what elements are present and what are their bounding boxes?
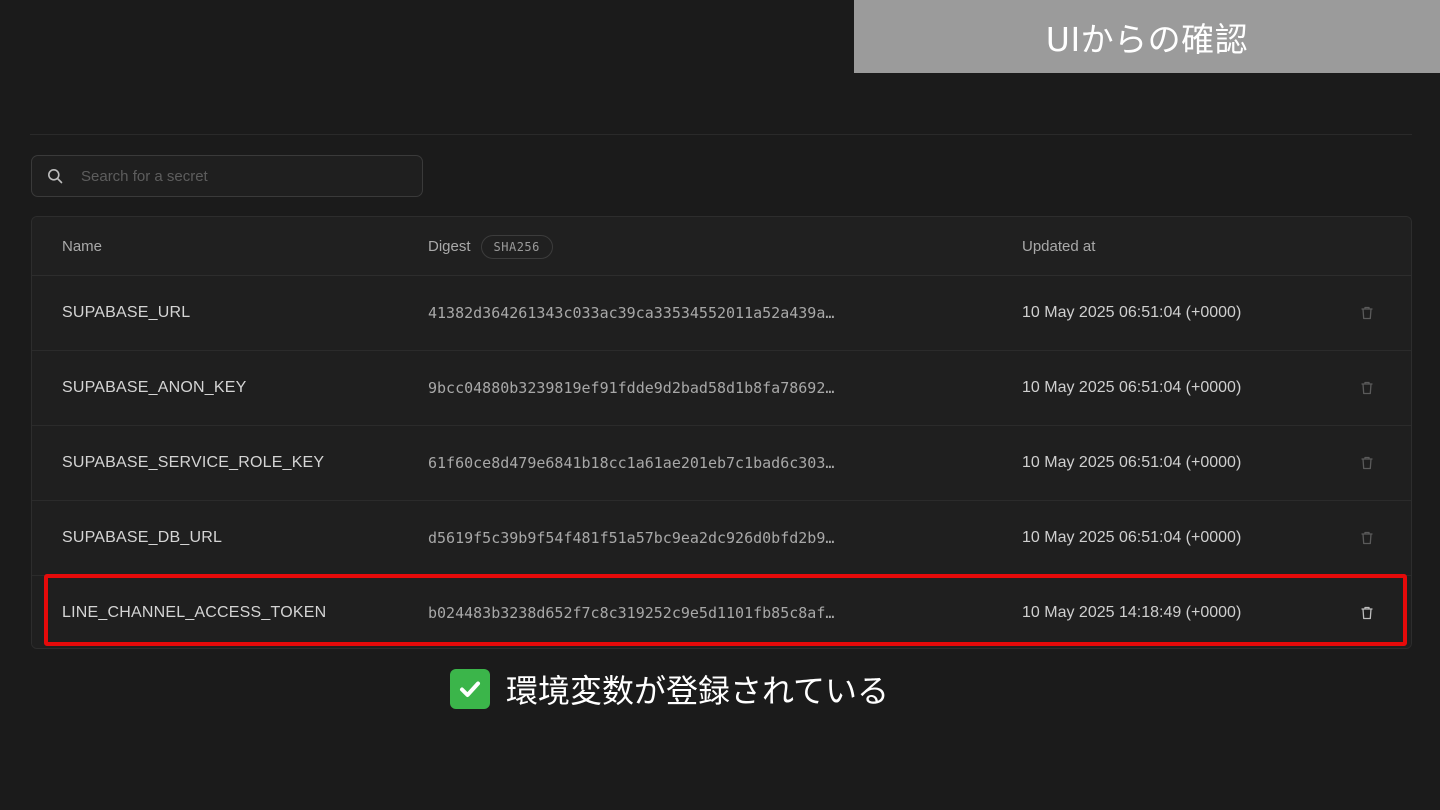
table-header: Name Digest SHA256 Updated at <box>32 217 1411 276</box>
sha256-badge: SHA256 <box>480 234 553 259</box>
trash-icon <box>1361 456 1373 470</box>
trash-icon <box>1361 306 1373 320</box>
page: UIからの確認 Name Digest SHA256 Updated at SU… <box>0 0 1440 810</box>
divider <box>30 134 1412 135</box>
secret-updated-at: 10 May 2025 06:51:04 (+0000) <box>1022 379 1242 396</box>
secret-name: SUPABASE_URL <box>62 304 191 321</box>
delete-secret-button[interactable] <box>1357 576 1377 648</box>
delete-secret-button[interactable] <box>1357 276 1377 350</box>
slide-title: UIからの確認 <box>1045 19 1249 59</box>
column-header-name: Name <box>62 238 103 255</box>
table-row: SUPABASE_DB_URL d5619f5c39b9f54f481f51a5… <box>32 501 1411 576</box>
caption: 環境変数が登録されている <box>450 664 889 714</box>
trash-icon <box>1361 531 1373 545</box>
trash-icon <box>1361 381 1373 395</box>
delete-secret-button[interactable] <box>1357 501 1377 575</box>
secret-name: SUPABASE_SERVICE_ROLE_KEY <box>62 454 325 471</box>
column-header-digest-label: Digest <box>428 238 471 255</box>
secret-digest: d5619f5c39b9f54f481f51a57bc9ea2dc926d0bf… <box>428 529 835 547</box>
table-row: SUPABASE_SERVICE_ROLE_KEY 61f60ce8d479e6… <box>32 426 1411 501</box>
trash-icon <box>1361 606 1373 620</box>
secret-digest: 41382d364261343c033ac39ca33534552011a52a… <box>428 304 835 322</box>
search-input[interactable] <box>81 167 381 185</box>
secret-updated-at: 10 May 2025 06:51:04 (+0000) <box>1022 304 1242 321</box>
table-row: SUPABASE_ANON_KEY 9bcc04880b3239819ef91f… <box>32 351 1411 426</box>
column-header-updated: Updated at <box>1022 238 1096 255</box>
check-mark-icon <box>450 669 490 709</box>
secret-digest: 61f60ce8d479e6841b18cc1a61ae201eb7c1bad6… <box>428 454 835 472</box>
secret-updated-at: 10 May 2025 14:18:49 (+0000) <box>1022 604 1242 621</box>
secret-digest: 9bcc04880b3239819ef91fdde9d2bad58d1b8fa7… <box>428 379 835 397</box>
slide-title-banner: UIからの確認 <box>854 0 1440 73</box>
secret-name: LINE_CHANNEL_ACCESS_TOKEN <box>62 604 327 621</box>
delete-secret-button[interactable] <box>1357 426 1377 500</box>
secret-name: SUPABASE_DB_URL <box>62 529 223 546</box>
secret-digest: b024483b3238d652f7c8c319252c9e5d1101fb85… <box>428 604 835 622</box>
table-row: LINE_CHANNEL_ACCESS_TOKEN b024483b3238d6… <box>32 576 1411 648</box>
search-icon <box>46 167 64 185</box>
secrets-table: Name Digest SHA256 Updated at SUPABASE_U… <box>31 216 1412 649</box>
secret-updated-at: 10 May 2025 06:51:04 (+0000) <box>1022 454 1242 471</box>
delete-secret-button[interactable] <box>1357 351 1377 425</box>
caption-text: 環境変数が登録されている <box>506 672 890 710</box>
secret-name: SUPABASE_ANON_KEY <box>62 379 247 396</box>
search-box[interactable] <box>31 155 423 197</box>
table-row: SUPABASE_URL 41382d364261343c033ac39ca33… <box>32 276 1411 351</box>
column-header-digest: Digest SHA256 <box>428 217 553 276</box>
secret-updated-at: 10 May 2025 06:51:04 (+0000) <box>1022 529 1242 546</box>
